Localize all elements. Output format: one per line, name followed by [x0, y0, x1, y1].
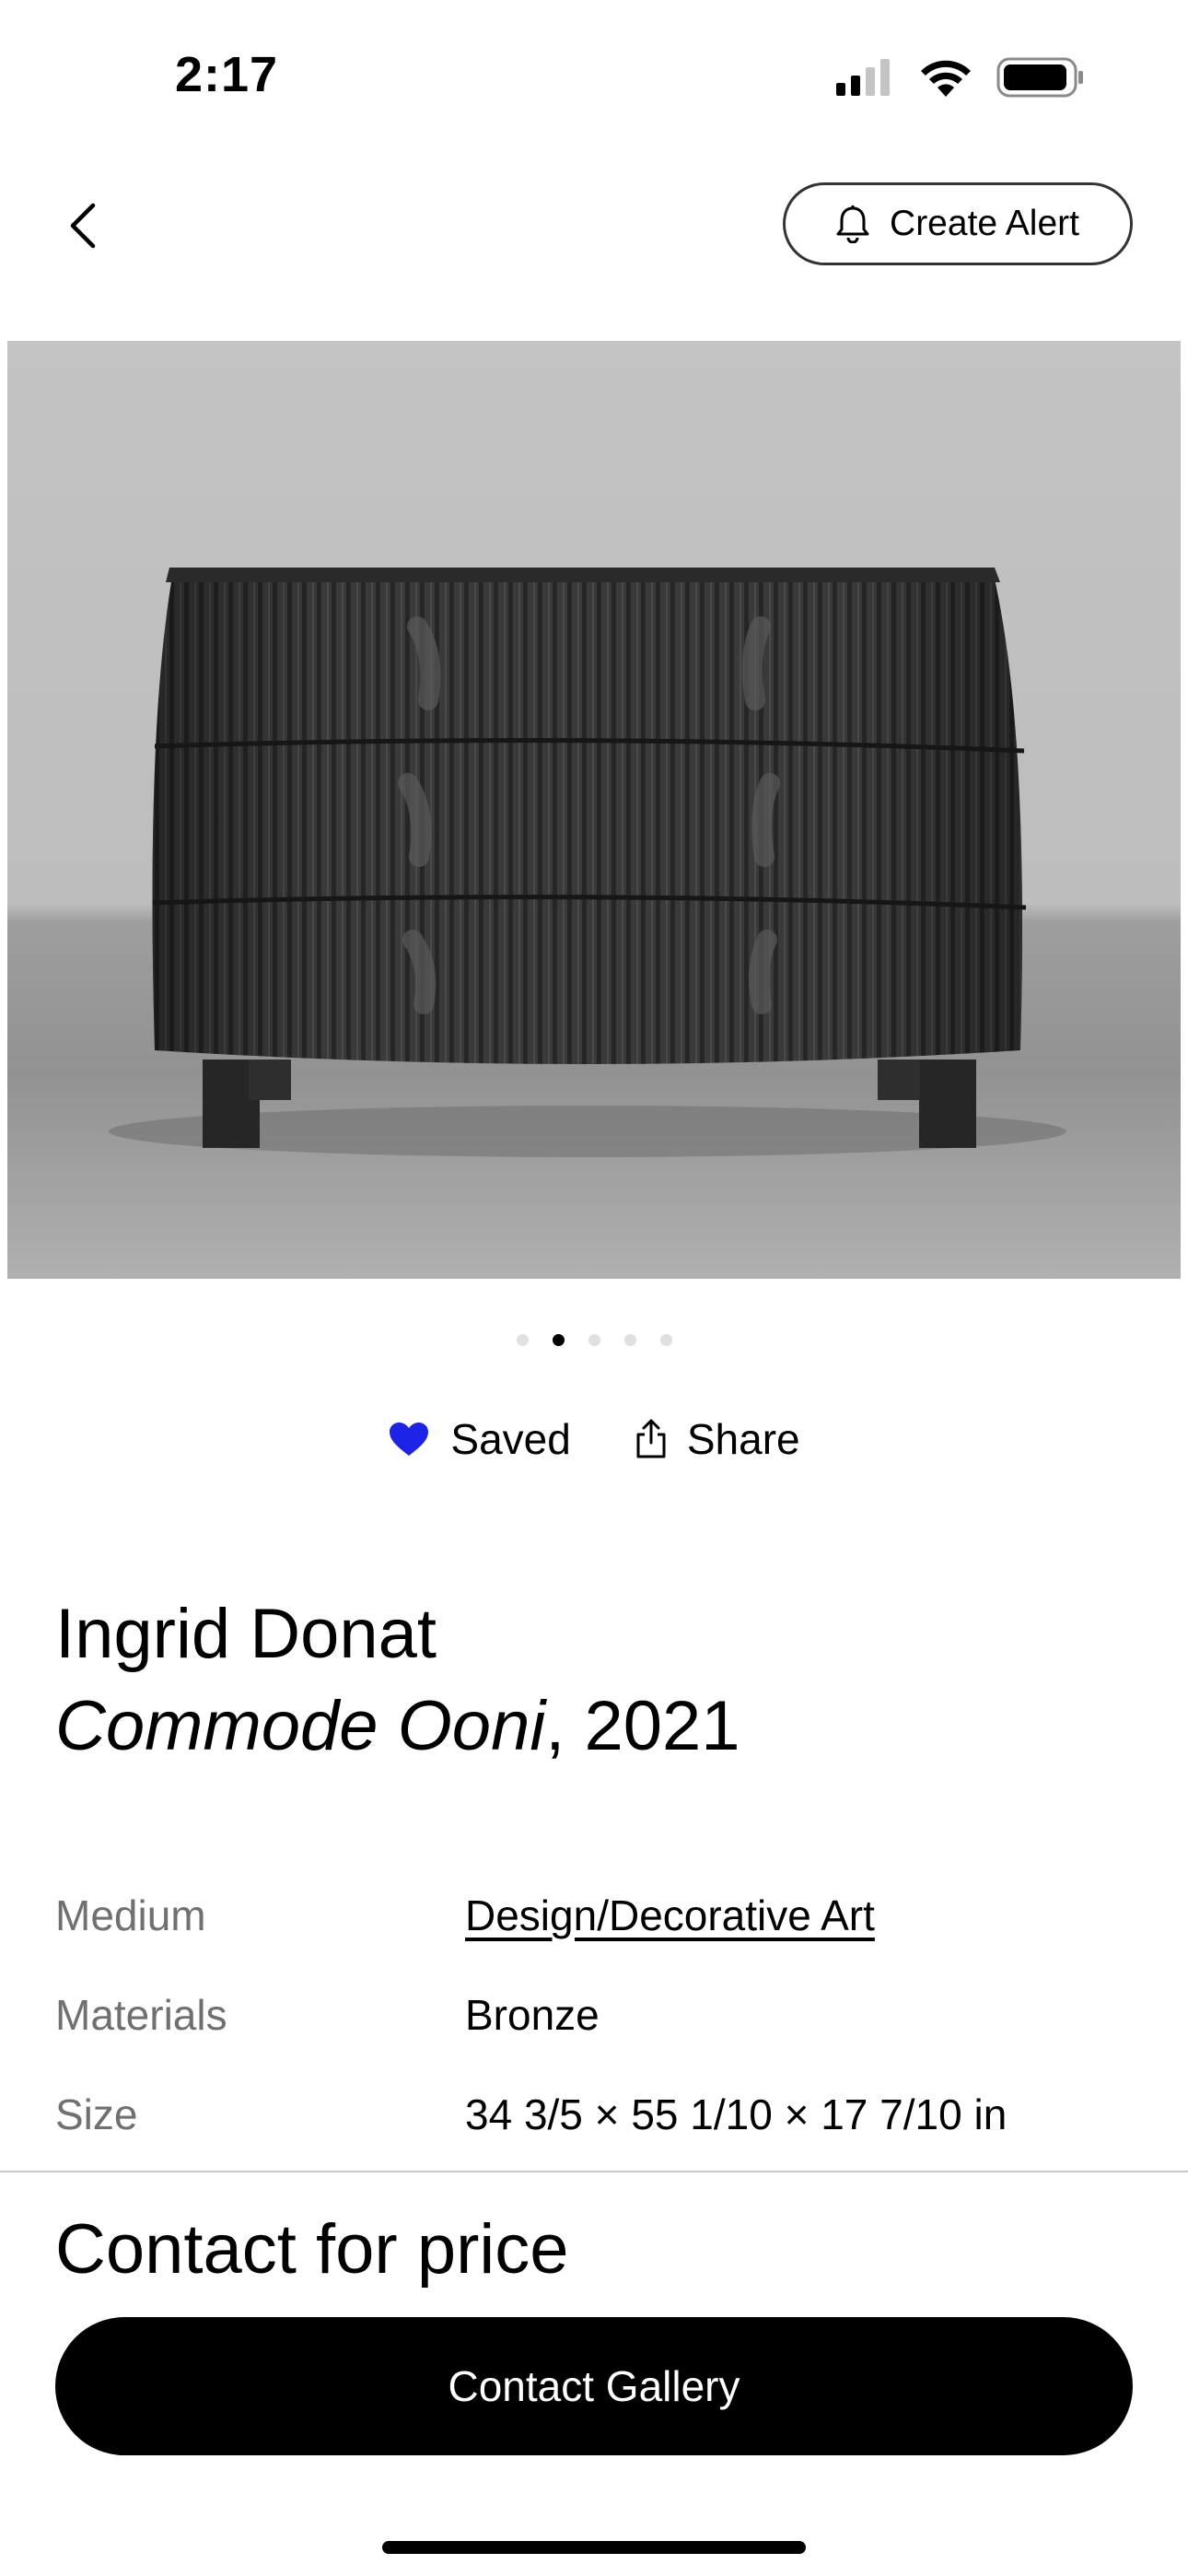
artwork-image[interactable]: [7, 341, 1181, 1279]
heart-filled-icon: [390, 1423, 429, 1456]
status-icons: [836, 57, 1085, 98]
pagination-dot[interactable]: [659, 1334, 672, 1346]
create-alert-label: Create Alert: [890, 204, 1079, 243]
home-indicator[interactable]: [382, 2541, 806, 2554]
battery-icon: [996, 57, 1083, 98]
contact-gallery-button[interactable]: Contact Gallery: [55, 2317, 1133, 2455]
pagination-dot-active[interactable]: [552, 1334, 565, 1346]
share-icon: [636, 1419, 666, 1458]
spec-label: Medium: [55, 1891, 206, 1939]
artwork-title-text: Commode Ooni: [55, 1687, 546, 1765]
share-label: Share: [686, 1415, 800, 1463]
artwork-year: , 2021: [545, 1687, 740, 1765]
image-pagination: [0, 1334, 1188, 1346]
artwork-screen: 2:17 Create Alert Saved Share Ingrid Don…: [0, 0, 1188, 2576]
back-button[interactable]: [55, 193, 111, 258]
commode-illustration: [109, 568, 1066, 1157]
pagination-dot[interactable]: [516, 1334, 529, 1346]
status-time: 2:17: [175, 47, 279, 102]
chevron-left-icon: [70, 203, 96, 249]
bell-icon: [836, 205, 869, 243]
spec-value: 34 3/5 × 55 1/10 × 17 7/10 in: [465, 2090, 1007, 2138]
artwork-title: Commode Ooni, 2021: [55, 1686, 740, 1766]
spec-label: Materials: [55, 1991, 227, 2039]
spec-row-materials: Materials Bronze: [55, 1990, 1133, 2040]
spec-value: Bronze: [465, 1991, 600, 2039]
pagination-dot[interactable]: [588, 1334, 600, 1346]
wifi-icon: [921, 60, 971, 97]
bottom-sheet-divider: [0, 2171, 1188, 2172]
spec-row-medium: Medium Design/Decorative Art: [55, 1891, 1133, 1940]
share-button[interactable]: Share: [635, 1414, 800, 1464]
pagination-dot[interactable]: [623, 1334, 636, 1346]
create-alert-button[interactable]: Create Alert: [783, 182, 1133, 265]
artist-name[interactable]: Ingrid Donat: [55, 1594, 437, 1674]
artwork-actions: Saved Share: [0, 1414, 1188, 1464]
saved-button[interactable]: Saved: [388, 1414, 571, 1464]
spec-row-size: Size 34 3/5 × 55 1/10 × 17 7/10 in: [55, 2090, 1133, 2139]
medium-link[interactable]: Design/Decorative Art: [465, 1891, 875, 1940]
price-label: Contact for price: [55, 2210, 569, 2289]
cellular-signal-icon: [836, 59, 890, 96]
saved-label: Saved: [450, 1415, 571, 1463]
spec-label: Size: [55, 2090, 138, 2138]
